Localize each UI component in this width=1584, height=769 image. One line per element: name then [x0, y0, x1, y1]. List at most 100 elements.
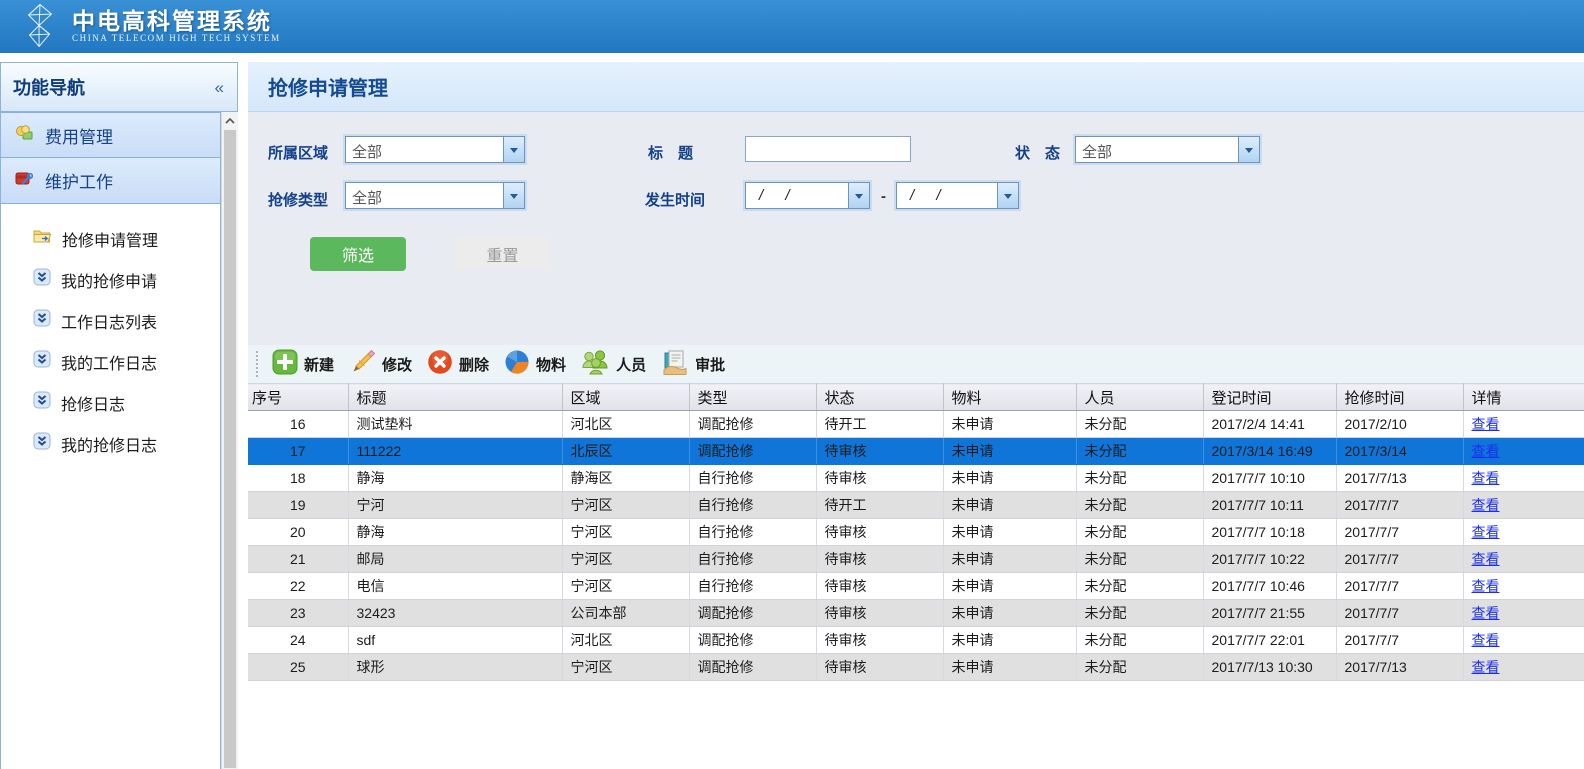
status-select[interactable]: 全部 — [1075, 136, 1260, 163]
filter-panel: 所属区域 全部 标 题 状 态 全部 抢修类型 全部 发生时间 / / — [248, 112, 1584, 345]
table-cell: 2017/3/14 16:49 — [1203, 438, 1336, 465]
view-details-link[interactable]: 查看 — [1472, 524, 1500, 540]
table-row[interactable]: 19宁河宁河区自行抢修待开工未申请未分配2017/7/7 10:112017/7… — [248, 492, 1584, 519]
chevron-down-icon[interactable] — [503, 183, 524, 208]
sidebar-scrollbar[interactable] — [221, 112, 238, 769]
table-cell: 17 — [248, 438, 348, 465]
table-cell: 河北区 — [562, 411, 689, 438]
grid-toolbar: 新建 修改 — [248, 345, 1584, 383]
delete-button[interactable]: 删除 — [425, 349, 502, 379]
view-details-link[interactable]: 查看 — [1472, 632, 1500, 648]
sidebar-item-my-work-logs[interactable]: 我的工作日志 — [1, 341, 220, 382]
column-header[interactable]: 详情 — [1463, 384, 1584, 411]
table-row[interactable]: 22电信宁河区自行抢修待审核未申请未分配2017/7/7 10:462017/7… — [248, 573, 1584, 600]
table-row[interactable]: 18静海静海区自行抢修待审核未申请未分配2017/7/7 10:102017/7… — [248, 465, 1584, 492]
table-cell: 2017/7/13 — [1336, 654, 1463, 681]
column-header[interactable]: 序号 — [248, 384, 348, 411]
sidebar-item-my-repair-requests[interactable]: 我的抢修申请 — [1, 259, 220, 300]
materials-button[interactable]: 物料 — [502, 349, 579, 379]
new-button[interactable]: 新建 — [270, 349, 347, 379]
column-header[interactable]: 标题 — [348, 384, 562, 411]
table-cell: 自行抢修 — [689, 519, 816, 546]
add-icon — [272, 349, 298, 379]
table-row[interactable]: 21邮局宁河区自行抢修待审核未申请未分配2017/7/7 10:222017/7… — [248, 546, 1584, 573]
table-row[interactable]: 25球形宁河区调配抢修待审核未申请未分配2017/7/13 10:302017/… — [248, 654, 1584, 681]
view-details-link[interactable]: 查看 — [1472, 551, 1500, 567]
table-cell: 调配抢修 — [689, 627, 816, 654]
table-cell-details: 查看 — [1463, 492, 1584, 519]
table-cell: 未申请 — [943, 627, 1076, 654]
chevron-down-icon[interactable] — [997, 183, 1018, 208]
repair-type-label: 抢修类型 — [268, 189, 328, 210]
column-header[interactable]: 区域 — [562, 384, 689, 411]
table-cell: 2017/7/7 10:18 — [1203, 519, 1336, 546]
approve-button[interactable]: 审批 — [659, 349, 738, 379]
view-details-link[interactable]: 查看 — [1472, 578, 1500, 594]
chevrons-icon — [33, 432, 51, 455]
view-details-link[interactable]: 查看 — [1472, 605, 1500, 621]
toolbar-grip-handle[interactable] — [256, 351, 260, 377]
table-cell: 未申请 — [943, 465, 1076, 492]
table-cell: 待开工 — [816, 411, 943, 438]
column-header[interactable]: 登记时间 — [1203, 384, 1336, 411]
table-cell: 待审核 — [816, 654, 943, 681]
table-row[interactable]: 2332423公司本部调配抢修待审核未申请未分配2017/7/7 21:5520… — [248, 600, 1584, 627]
sidebar-item-repair-request-management[interactable]: 抢修申请管理 — [1, 218, 220, 259]
title-input[interactable] — [745, 136, 911, 162]
table-row[interactable]: 16测试垫料河北区调配抢修待开工未申请未分配2017/2/4 14:412017… — [248, 411, 1584, 438]
personnel-button[interactable]: 人员 — [579, 349, 659, 379]
column-header[interactable]: 抢修时间 — [1336, 384, 1463, 411]
chevrons-icon — [33, 309, 51, 332]
table-cell: 2017/7/7 21:55 — [1203, 600, 1336, 627]
table-cell: 未分配 — [1076, 465, 1203, 492]
table-cell-details: 查看 — [1463, 546, 1584, 573]
personnel-icon — [581, 349, 610, 379]
table-row[interactable]: 24sdf河北区调配抢修待审核未申请未分配2017/7/7 22:012017/… — [248, 627, 1584, 654]
chevron-down-icon[interactable] — [503, 137, 524, 162]
table-cell: 18 — [248, 465, 348, 492]
column-header[interactable]: 状态 — [816, 384, 943, 411]
column-header[interactable]: 类型 — [689, 384, 816, 411]
table-cell: 待审核 — [816, 465, 943, 492]
table-cell: 2017/7/7 10:46 — [1203, 573, 1336, 600]
region-select[interactable]: 全部 — [345, 136, 525, 163]
date-from-picker[interactable]: / / — [745, 182, 870, 209]
table-cell: 2017/2/4 14:41 — [1203, 411, 1336, 438]
scrollbar-thumb[interactable] — [224, 130, 236, 768]
table-cell: 22 — [248, 573, 348, 600]
folder-icon — [33, 228, 52, 249]
table-cell: sdf — [348, 627, 562, 654]
repair-type-select[interactable]: 全部 — [345, 182, 525, 209]
date-to-picker[interactable]: / / — [896, 182, 1019, 209]
view-details-link[interactable]: 查看 — [1472, 416, 1500, 432]
column-header[interactable]: 人员 — [1076, 384, 1203, 411]
table-row[interactable]: 17111222北辰区调配抢修待审核未申请未分配2017/3/14 16:492… — [248, 438, 1584, 465]
view-details-link[interactable]: 查看 — [1472, 659, 1500, 675]
sidebar-group-cost-management[interactable]: 费用管理 — [1, 112, 220, 158]
chevron-down-icon[interactable] — [1238, 137, 1259, 162]
sidebar-item-repair-logs[interactable]: 抢修日志 — [1, 382, 220, 423]
table-cell: 调配抢修 — [689, 600, 816, 627]
sidebar-item-my-repair-logs[interactable]: 我的抢修日志 — [1, 423, 220, 464]
sidebar-collapse-icon[interactable]: « — [215, 79, 224, 96]
chevron-down-icon[interactable] — [848, 183, 869, 208]
scroll-up-icon[interactable] — [222, 112, 238, 129]
table-cell: 2017/2/10 — [1336, 411, 1463, 438]
table-cell: 未分配 — [1076, 519, 1203, 546]
reset-button[interactable]: 重置 — [455, 237, 550, 270]
sidebar-group-maintenance-work[interactable]: 维护工作 — [1, 158, 220, 204]
view-details-link[interactable]: 查看 — [1472, 443, 1500, 459]
table-row[interactable]: 20静海宁河区自行抢修待审核未申请未分配2017/7/7 10:182017/7… — [248, 519, 1584, 546]
chevrons-icon — [33, 350, 51, 373]
filter-button[interactable]: 筛选 — [310, 237, 406, 271]
view-details-link[interactable]: 查看 — [1472, 497, 1500, 513]
table-cell: 2017/7/7 — [1336, 546, 1463, 573]
table-cell-details: 查看 — [1463, 654, 1584, 681]
sidebar-item-work-log-list[interactable]: 工作日志列表 — [1, 300, 220, 341]
table-cell: 北辰区 — [562, 438, 689, 465]
table-cell: 2017/7/7 10:10 — [1203, 465, 1336, 492]
edit-button[interactable]: 修改 — [347, 349, 425, 379]
column-header[interactable]: 物料 — [943, 384, 1076, 411]
table-cell: 2017/7/7 — [1336, 492, 1463, 519]
view-details-link[interactable]: 查看 — [1472, 470, 1500, 486]
